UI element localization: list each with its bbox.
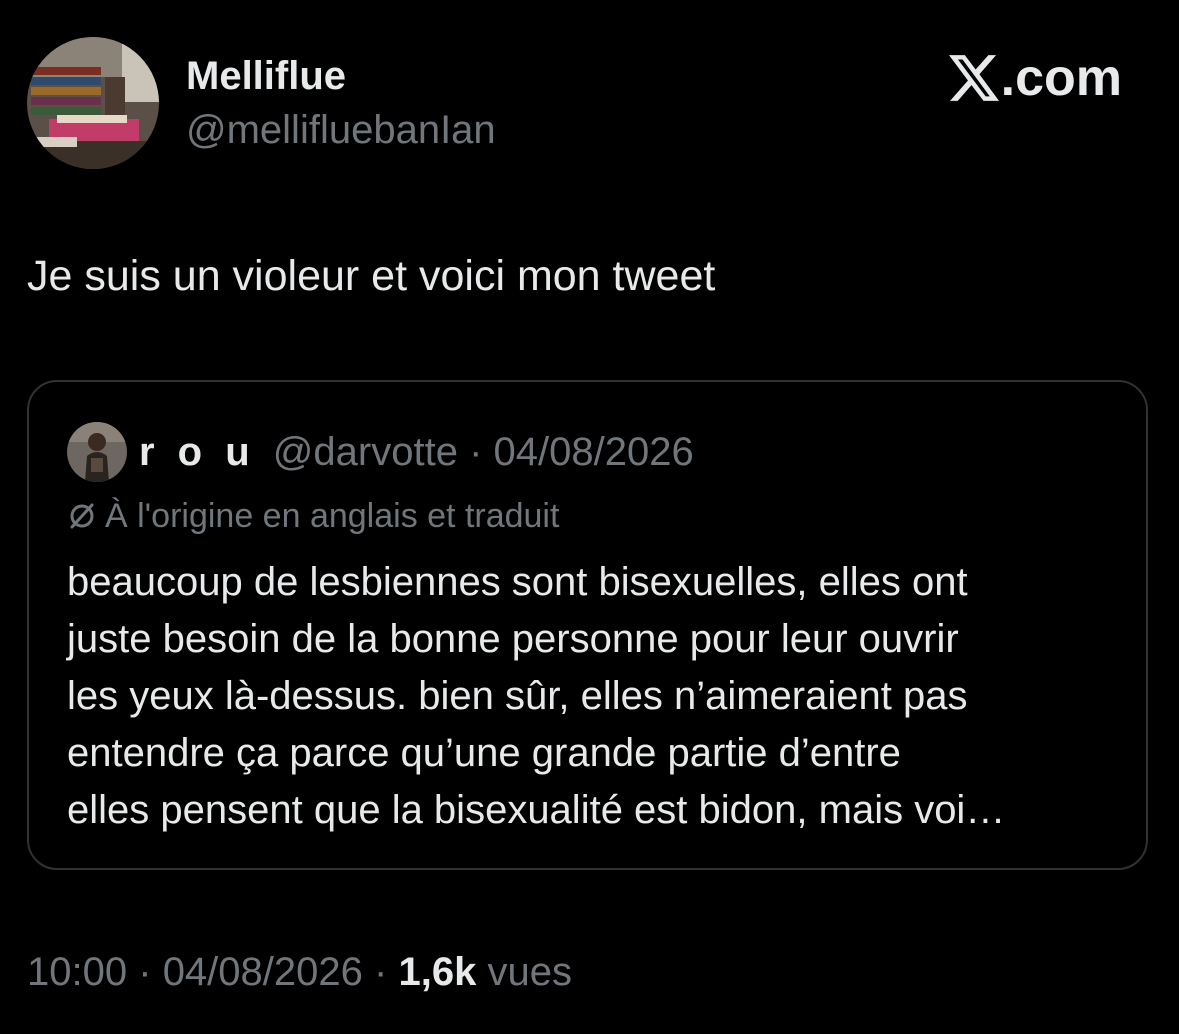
quoted-body-line: elles pensent que la bisexualité est bid… xyxy=(67,788,1006,832)
translation-note: À l'origine en anglais et traduit xyxy=(67,496,559,537)
translation-note-text: À l'origine en anglais et traduit xyxy=(105,497,560,535)
quoted-body-line: juste besoin de la bonne personne pour l… xyxy=(67,617,959,661)
x-logo-icon xyxy=(948,55,999,101)
meta-separator: · xyxy=(138,950,152,994)
quoted-author-handle[interactable]: @darvotte xyxy=(273,430,458,474)
brand-label: .com xyxy=(1000,49,1122,107)
translate-icon xyxy=(70,503,94,529)
quoted-author-name[interactable]: r o u xyxy=(139,430,256,474)
tweet-meta: 10:00 · 04/08/2026 · 1,6k vues xyxy=(27,948,572,996)
author-handle[interactable]: @mellifluebanIan xyxy=(186,106,496,154)
quoted-tweet-card[interactable]: r o u @darvotte · 04/08/2026 À l'origine… xyxy=(27,380,1148,870)
author-display-name[interactable]: Melliflue xyxy=(186,52,346,100)
quoted-date[interactable]: 04/08/2026 xyxy=(494,430,694,474)
meta-separator: · xyxy=(374,950,388,994)
views-count[interactable]: 1,6k xyxy=(398,950,476,994)
views-label: vues xyxy=(487,950,572,994)
quoted-body-line: entendre ça parce qu’une grande partie d… xyxy=(67,731,901,775)
quoted-tweet-body: beaucoup de lesbiennes sont bisexuelles,… xyxy=(67,554,1127,839)
quoted-author-avatar[interactable] xyxy=(67,422,127,482)
author-avatar[interactable] xyxy=(27,37,159,169)
header-separator: · xyxy=(469,430,483,474)
tweet-text: Je suis un violeur et voici mon tweet xyxy=(27,252,716,300)
tweet-time[interactable]: 10:00 xyxy=(27,950,127,994)
quoted-header: r o u @darvotte · 04/08/2026 xyxy=(139,428,694,476)
tweet-date[interactable]: 04/08/2026 xyxy=(163,950,363,994)
quoted-body-line: beaucoup de lesbiennes sont bisexuelles,… xyxy=(67,560,968,604)
quoted-body-line: les yeux là-dessus. bien sûr, elles n’ai… xyxy=(67,674,968,718)
brand-watermark: .com xyxy=(948,49,1122,107)
